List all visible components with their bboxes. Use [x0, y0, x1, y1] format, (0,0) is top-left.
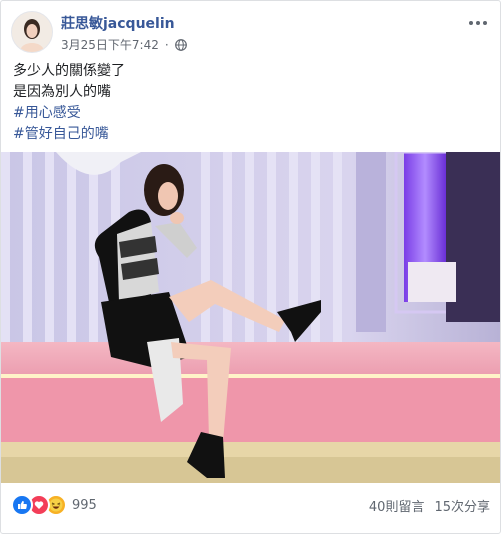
- author-name[interactable]: 莊思敏jacquelin: [61, 13, 175, 33]
- post-text-line: 是因為別人的嘴: [13, 84, 111, 100]
- post-meta: 3月25日下午7:42 ·: [61, 36, 187, 53]
- post-text-line: 多少人的關係變了: [13, 63, 125, 79]
- engagement-stats: 40則留言 15次分享: [369, 496, 490, 515]
- post-footer: 995 40則留言 15次分享: [11, 491, 490, 519]
- globe-icon: [174, 38, 187, 51]
- like-icon: [11, 494, 33, 516]
- comments-count[interactable]: 40則留言: [369, 496, 425, 515]
- post-timestamp[interactable]: 3月25日下午7:42: [61, 36, 159, 53]
- shares-count[interactable]: 15次分享: [434, 496, 490, 515]
- hashtag-link[interactable]: #管好自己的嘴: [13, 124, 488, 145]
- hashtag-link[interactable]: #用心感受: [13, 103, 488, 124]
- reaction-summary[interactable]: 995: [11, 494, 97, 516]
- post-card: 莊思敏jacquelin 3月25日下午7:42 · 多少人的關係變了 是因為別…: [0, 0, 501, 534]
- reaction-count[interactable]: 995: [72, 498, 97, 513]
- post-header: 莊思敏jacquelin 3月25日下午7:42 ·: [11, 11, 490, 55]
- post-text: 多少人的關係變了 是因為別人的嘴 #用心感受 #管好自己的嘴: [13, 61, 488, 145]
- author-avatar[interactable]: [11, 11, 53, 53]
- post-photo[interactable]: [1, 152, 500, 483]
- more-options-icon[interactable]: [466, 15, 490, 31]
